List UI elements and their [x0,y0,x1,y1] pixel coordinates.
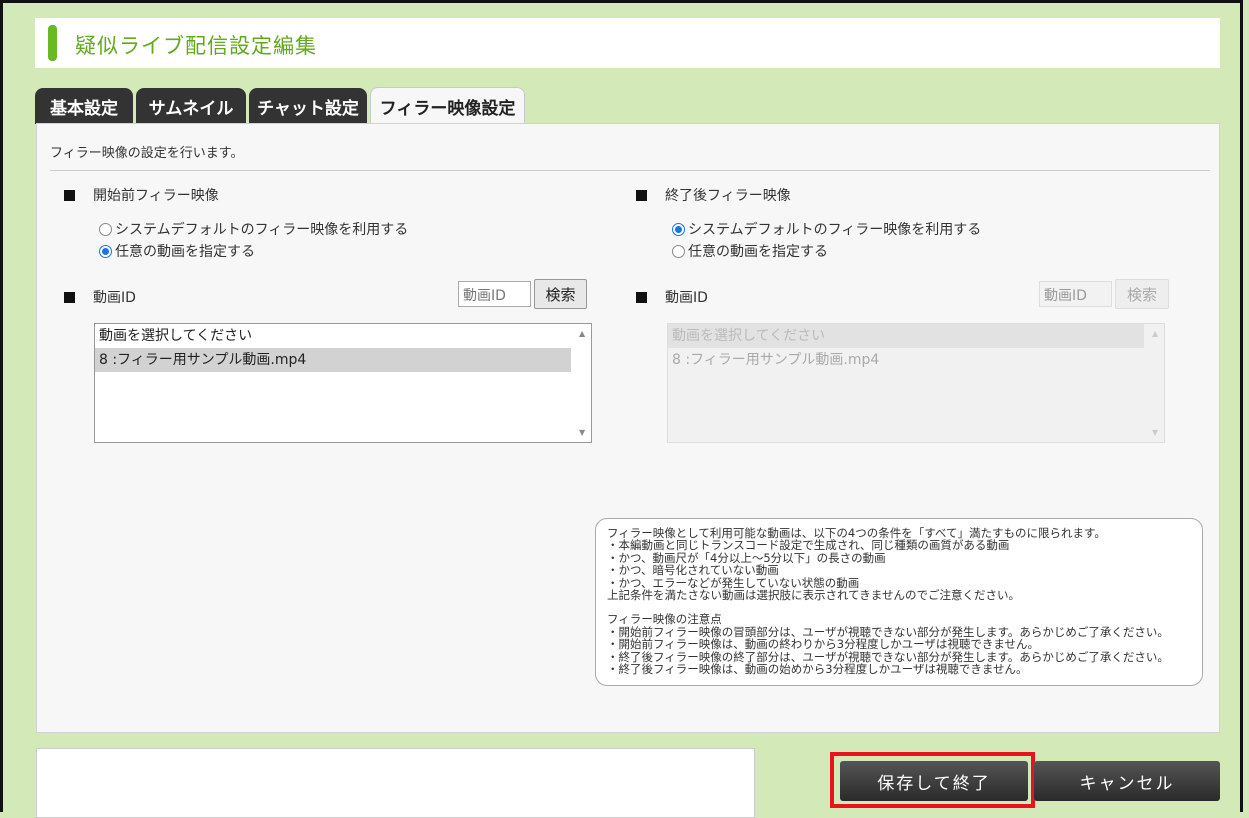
square-bullet-icon [636,190,647,201]
before-search-button[interactable]: 検索 [534,279,587,309]
after-radio-custom[interactable]: 任意の動画を指定する [672,241,828,261]
after-search-button[interactable]: 検索 [1115,279,1169,309]
radio-label: システムデフォルトのフィラー映像を利用する [115,222,409,238]
radio-button-selected[interactable] [99,244,112,258]
note-line: ・開始前フィラー映像は、動画の終わりから3分程度しかユーザは視聴できません。 [607,637,1040,652]
scroll-down-icon[interactable]: ▼ [1152,428,1158,437]
title-bar: 疑似ライブ配信設定編集 [35,18,1220,68]
before-section-label: 開始前フィラー映像 [64,185,219,205]
after-video-id-input[interactable]: 動画ID [1039,281,1112,307]
radio-label: 任意の動画を指定する [688,244,828,260]
save-and-exit-button[interactable]: 保存して終了 [840,761,1028,801]
radio-button[interactable] [99,222,112,236]
notes-box: フィラー映像として利用可能な動画は、以下の4つの条件を「すべて」満たすものに限ら… [595,518,1203,686]
before-radio-default[interactable]: システムデフォルトのフィラー映像を利用する [99,219,408,239]
after-section-label: 終了後フィラー映像 [636,185,791,205]
radio-button-selected[interactable] [672,222,685,236]
panel-description: フィラー映像の設定を行います。 [50,146,244,161]
square-bullet-icon [636,292,647,303]
radio-label: システムデフォルトのフィラー映像を利用する [688,222,982,238]
scrollbar[interactable]: ▲ ▼ [574,324,591,442]
page-title: 疑似ライブ配信設定編集 [75,34,317,58]
window-frame: 疑似ライブ配信設定編集 基本設定 サムネイル チャット設定 フィラー映像設定 フ… [0,0,1243,818]
after-radio-default[interactable]: システムデフォルトのフィラー映像を利用する [672,219,981,239]
note-line: ・かつ、暗号化されていない動画 [607,563,779,578]
note-line: 上記条件を満たさない動画は選択肢に表示されてきませんのでご注意ください。 [607,588,1020,603]
divider [50,170,1210,171]
settings-panel: フィラー映像の設定を行います。 開始前フィラー映像 システムデフォルトのフィラー… [36,123,1220,733]
bottom-preview-area [36,748,755,818]
scroll-up-icon[interactable]: ▲ [579,329,585,338]
before-video-id-input[interactable]: 動画ID [458,281,531,307]
after-video-id-label: 動画ID [636,287,708,307]
tab-filler-video-settings[interactable]: フィラー映像設定 [370,87,525,125]
tab-basic-settings[interactable]: 基本設定 [35,88,133,124]
cancel-button[interactable]: キャンセル [1034,761,1220,801]
before-radio-custom[interactable]: 任意の動画を指定する [99,241,255,261]
square-bullet-icon [64,292,75,303]
before-video-id-label: 動画ID [64,287,136,307]
radio-label: 任意の動画を指定する [115,244,255,260]
scroll-down-icon[interactable]: ▼ [579,428,585,437]
list-option[interactable]: 動画を選択してください [95,324,571,348]
note-line: ・終了後フィラー映像は、動画の始めから3分程度しかユーザは視聴できません。 [607,662,1028,677]
scroll-up-icon[interactable]: ▲ [1152,329,1158,338]
square-bullet-icon [64,190,75,201]
list-option-selected[interactable]: 動画を選択してください [668,324,1144,348]
tab-thumbnail[interactable]: サムネイル [136,88,246,124]
list-option-selected[interactable]: 8 :フィラー用サンプル動画.mp4 [95,348,571,372]
note-line: フィラー映像の注意点 [607,612,722,627]
radio-button[interactable] [672,244,685,258]
tab-chat-settings[interactable]: チャット設定 [249,88,367,124]
title-accent-bar [48,25,57,61]
list-option[interactable]: 8 :フィラー用サンプル動画.mp4 [668,348,1144,372]
after-video-listbox[interactable]: 動画を選択してください 8 :フィラー用サンプル動画.mp4 ▲ ▼ [667,323,1165,443]
scrollbar[interactable]: ▲ ▼ [1147,324,1164,442]
note-line: ・本編動画と同じトランスコード設定で生成され、同じ種類の画質がある動画 [607,538,1010,553]
before-video-listbox[interactable]: 動画を選択してください 8 :フィラー用サンプル動画.mp4 ▲ ▼ [94,323,592,443]
